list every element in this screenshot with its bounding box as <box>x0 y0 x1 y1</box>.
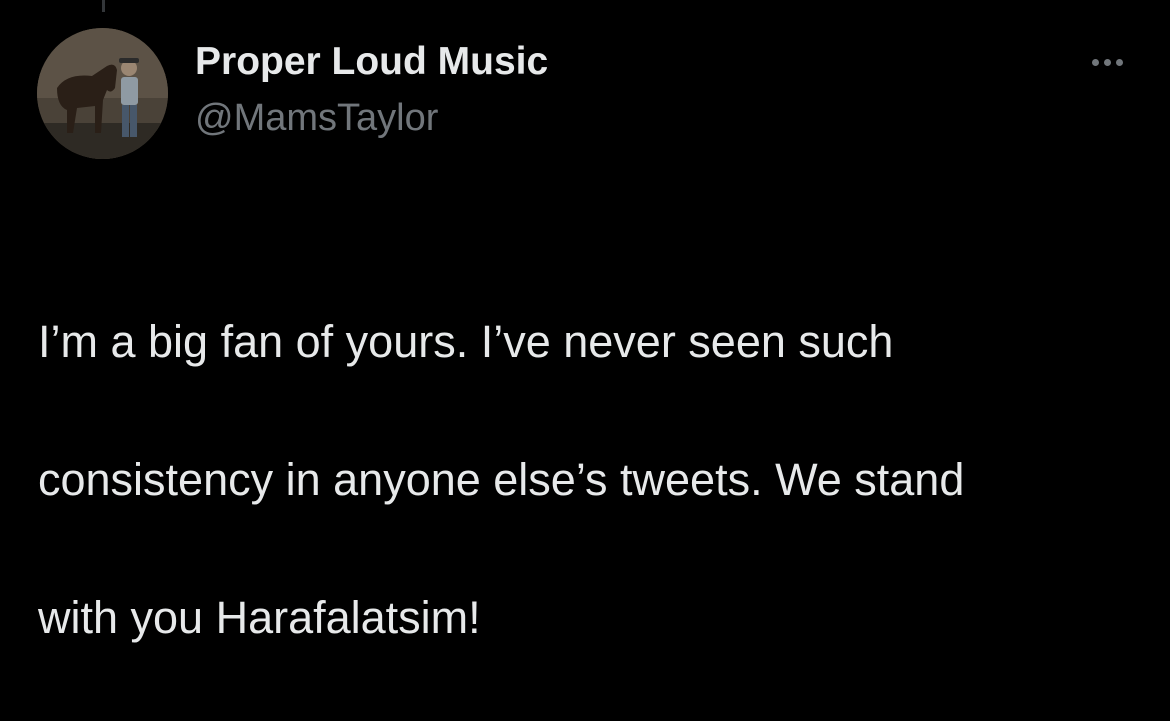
tweet-text-line: consistency in anyone else’s tweets. We … <box>38 454 965 505</box>
more-options-button[interactable] <box>1082 47 1132 77</box>
author-avatar[interactable] <box>37 28 168 159</box>
avatar-photo-icon <box>37 28 168 159</box>
more-horizontal-icon <box>1115 58 1123 66</box>
tweet-text-line: I’m a big fan of yours. I’ve never seen … <box>38 316 894 367</box>
thread-connector-line <box>102 0 105 12</box>
more-horizontal-icon <box>1103 58 1111 66</box>
tweet-text: I’m a big fan of yours. I’ve never seen … <box>38 238 1148 721</box>
author-handle[interactable]: @MamsTaylor <box>195 97 438 140</box>
author-display-name[interactable]: Proper Loud Music <box>195 40 548 84</box>
more-horizontal-icon <box>1091 58 1099 66</box>
tweet-text-line: with you Harafalatsim! <box>38 592 481 643</box>
